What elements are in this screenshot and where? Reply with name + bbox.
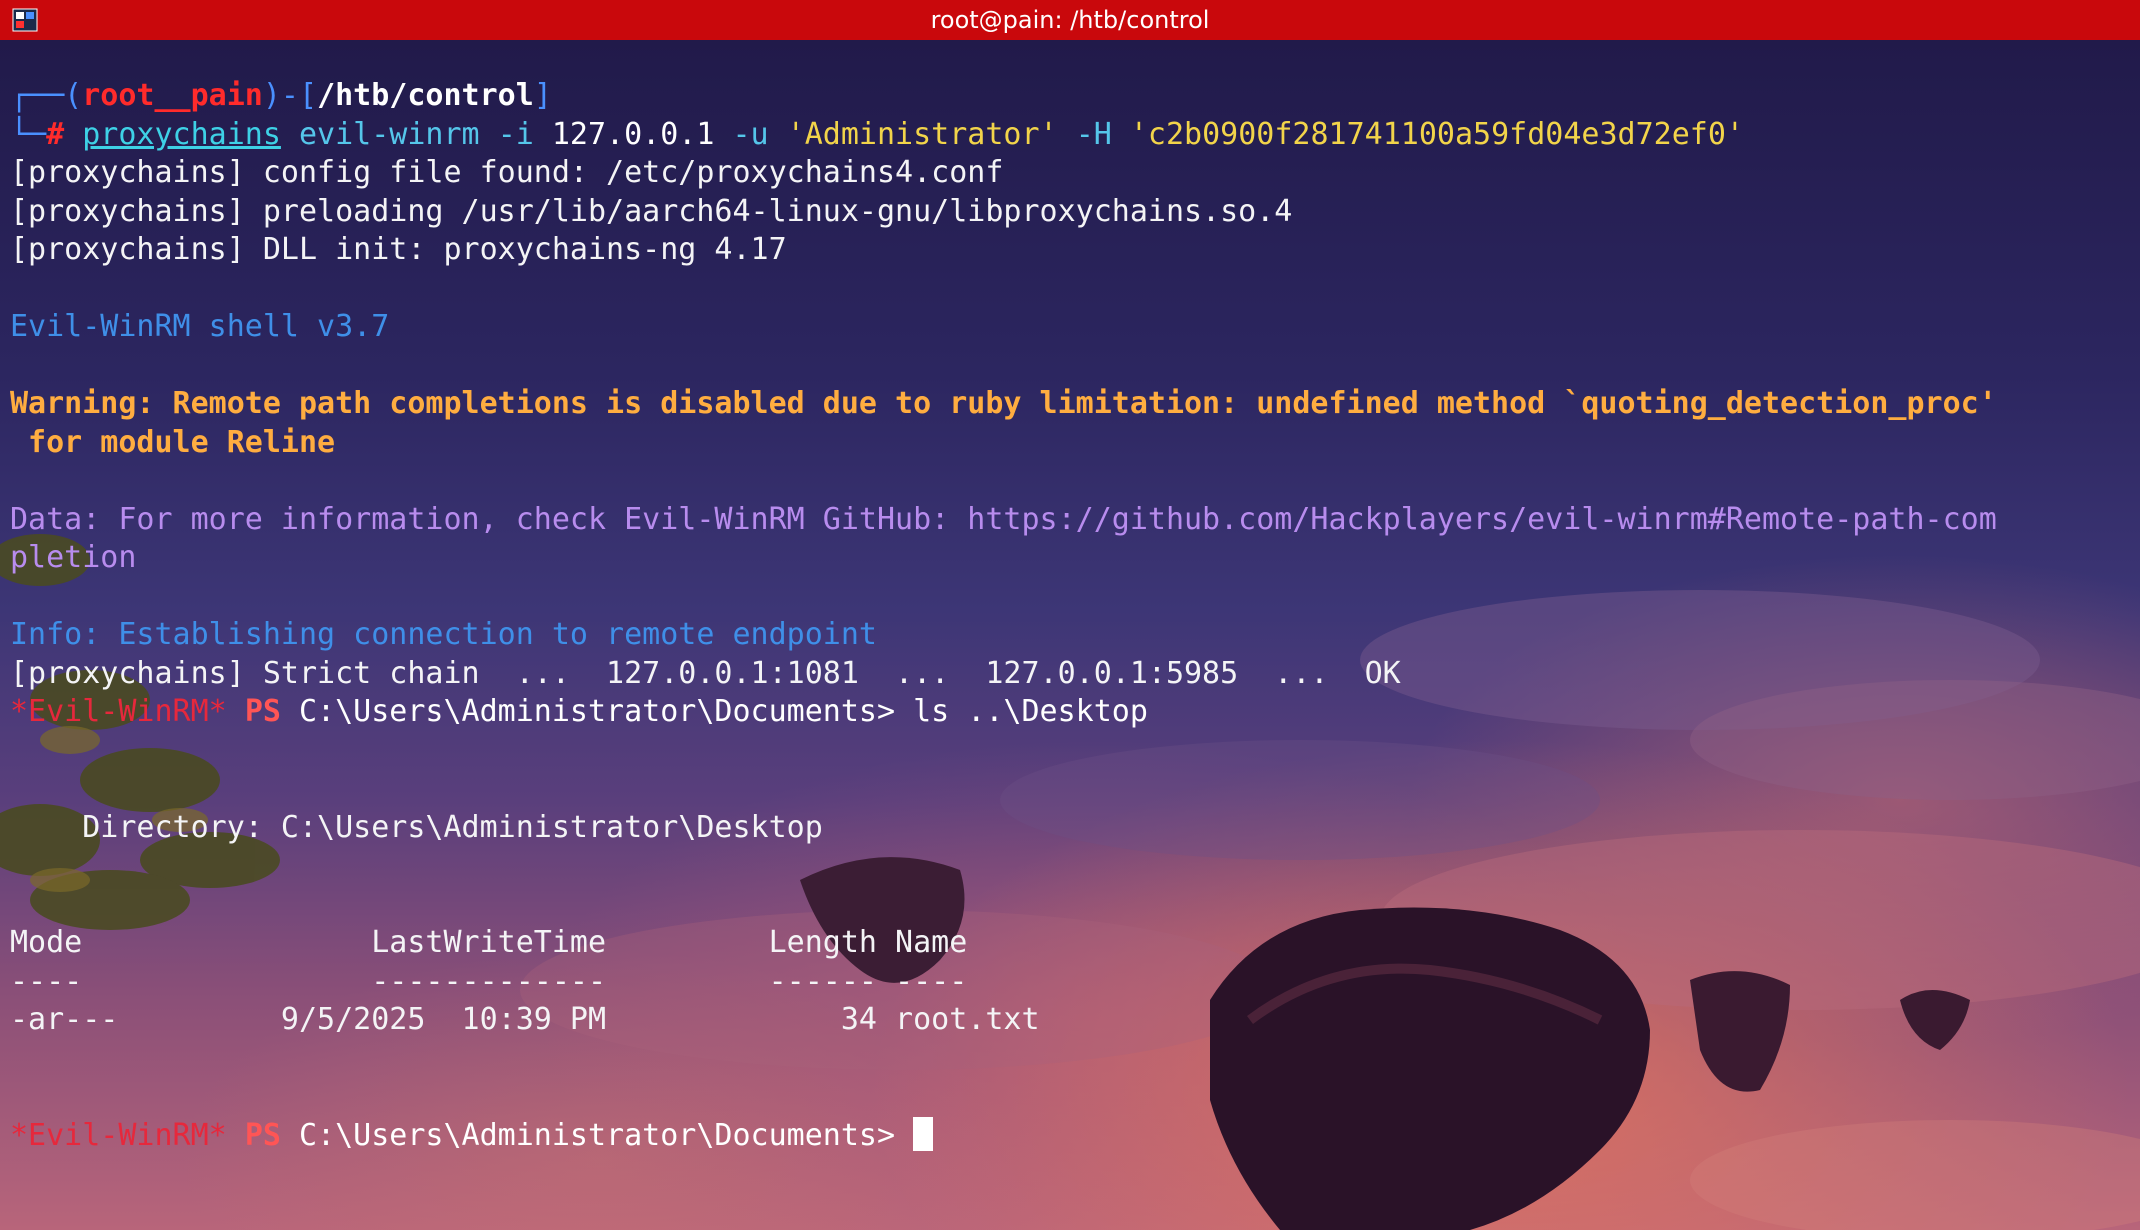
terminal-output: ┌──(root__pain)-[/htb/control] └─# proxy…	[10, 77, 1997, 1155]
prompt-cwd: /htb/control	[317, 78, 534, 113]
command-ip: 127.0.0.1	[551, 116, 715, 152]
ps-label: PS	[244, 694, 281, 729]
prompt-corner-bottom: └─	[10, 116, 47, 152]
listing-row: -ar--- 9/5/2025 10:39 PM 34 root.txt	[10, 1002, 1040, 1037]
command-flag-i: -i	[497, 116, 534, 152]
prompt-bracket: )-[	[262, 78, 318, 113]
command-user: 'Administrator'	[786, 116, 1058, 152]
terminal-app-icon[interactable]	[12, 8, 38, 32]
directory-heading: Directory: C:\Users\Administrator\Deskto…	[10, 809, 823, 845]
evil-winrm-tag: *Evil-WinRM*	[10, 1117, 227, 1153]
proxychains-chain-line: [proxychains] Strict chain ... 127.0.0.1…	[10, 655, 1401, 691]
ps-command: ls ..\Desktop	[913, 694, 1148, 729]
command-flag-u: -u	[732, 116, 769, 152]
warning-line-2: for module Reline	[10, 424, 336, 460]
proxychains-config-line: [proxychains] config file found: /etc/pr…	[10, 155, 1004, 190]
ps-path: C:\Users\Administrator\Documents>	[299, 1117, 896, 1153]
ps-prompt-line: *Evil-WinRM* PS C:\Users\Administrator\D…	[10, 693, 1997, 732]
proxychains-init-line: [proxychains] DLL init: proxychains-ng 4…	[10, 232, 787, 267]
command-hash: 'c2b0900f281741100a59fd04e3d72ef0'	[1129, 116, 1744, 152]
warning-line-1: Warning: Remote path completions is disa…	[10, 386, 1997, 421]
proxychains-preload-line: [proxychains] preloading /usr/lib/aarch6…	[10, 193, 1293, 229]
prompt-corner-top: ┌──(	[10, 78, 83, 113]
data-line-1: Data: For more information, check Evil-W…	[10, 501, 1997, 537]
prompt-bracket-end: ]	[533, 78, 552, 113]
terminal-area[interactable]: ┌──(root__pain)-[/htb/control] └─# proxy…	[0, 40, 2140, 1230]
listing-header: Mode LastWriteTime Length Name	[10, 925, 968, 960]
shell-version-line: Evil-WinRM shell v3.7	[10, 309, 390, 344]
command-flag-h: -H	[1075, 116, 1112, 152]
ps-prompt-active-line: *Evil-WinRM* PS C:\Users\Administrator\D…	[10, 1116, 1997, 1156]
evil-winrm-tag: *Evil-WinRM*	[10, 694, 227, 729]
window-titlebar[interactable]: root@pain: /htb/control	[0, 0, 2140, 41]
info-line: Info: Establishing connection to remote …	[10, 617, 877, 652]
command-program: proxychains	[82, 116, 281, 152]
ps-path: C:\Users\Administrator\Documents>	[299, 694, 896, 729]
prompt-user: root__pain	[82, 78, 263, 113]
ps-label: PS	[244, 1117, 281, 1153]
command-tool: evil-winrm	[299, 116, 480, 152]
data-line-2: pletion	[10, 540, 137, 575]
terminal-cursor[interactable]	[913, 1116, 934, 1151]
listing-separator: ---- ------------- ------ ----	[10, 963, 968, 999]
prompt-hash: #	[46, 116, 83, 152]
window-title: root@pain: /htb/control	[930, 6, 1210, 34]
